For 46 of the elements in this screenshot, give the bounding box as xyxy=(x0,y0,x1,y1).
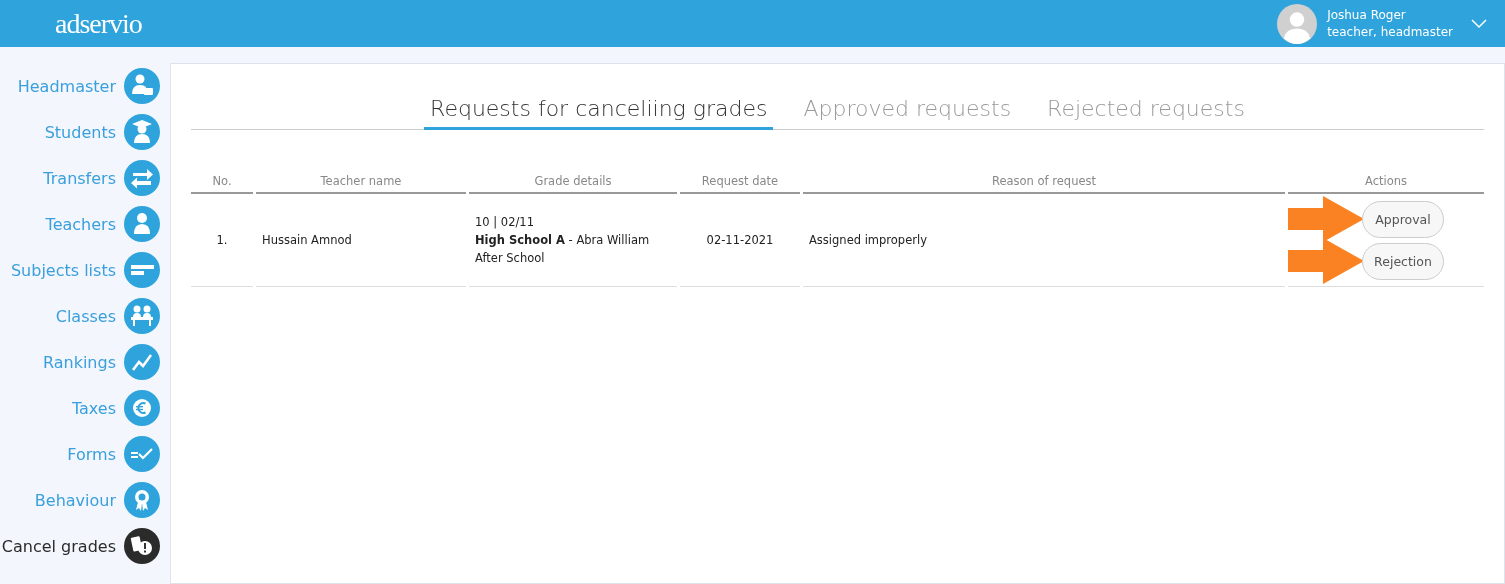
euro-coin-icon xyxy=(124,390,160,426)
graduate-icon xyxy=(124,114,160,150)
arrow-icon xyxy=(1288,196,1364,242)
person-icon xyxy=(124,206,160,242)
chevron-down-icon[interactable] xyxy=(1471,18,1487,29)
column-header: Reason of request xyxy=(992,174,1096,188)
grade-detail-line: After School xyxy=(475,250,546,267)
action-button[interactable]: Approval xyxy=(1362,200,1444,238)
people-desk-icon xyxy=(124,298,160,334)
sidebar-item[interactable]: Classes xyxy=(0,298,170,334)
check-form-icon xyxy=(124,436,160,472)
arrows-icon xyxy=(124,160,160,196)
sidebar-item[interactable]: Behaviour xyxy=(0,482,170,518)
table-cell: 02-11-2021 xyxy=(706,233,774,247)
sidebar-item[interactable]: Students xyxy=(0,114,170,150)
person-briefcase-icon xyxy=(124,68,160,104)
arrow-icon xyxy=(1288,238,1364,284)
action-button[interactable]: Rejection xyxy=(1362,242,1444,280)
sidebar-item[interactable]: Rankings xyxy=(0,344,170,380)
sidebar-item[interactable]: Teachers xyxy=(0,206,170,242)
column-header: No. xyxy=(212,174,232,188)
grade-detail-line: High School A - Abra William xyxy=(475,232,651,249)
avatar-icon[interactable] xyxy=(1277,3,1318,44)
list-bars-icon xyxy=(124,252,160,288)
tab[interactable]: Rejected requests xyxy=(1041,92,1251,130)
column-header: Request date xyxy=(701,174,779,188)
sidebar-item[interactable]: Subjects lists xyxy=(0,252,170,288)
column-header: Actions xyxy=(1365,174,1407,188)
user-role: teacher, headmaster xyxy=(1327,23,1453,41)
alert-papers-icon xyxy=(124,528,160,564)
table-cell: Hussain Amnod xyxy=(262,233,352,247)
sidebar-item[interactable]: Taxes xyxy=(0,390,170,426)
column-header: Teacher name xyxy=(320,174,402,188)
logo[interactable]: adservio xyxy=(55,7,142,40)
tab[interactable]: Approved requests xyxy=(797,92,1018,130)
sidebar-item[interactable]: Transfers xyxy=(0,160,170,196)
table-cell: 1. xyxy=(216,233,228,247)
sidebar-item[interactable]: Forms xyxy=(0,436,170,472)
column-header: Grade details xyxy=(534,174,612,188)
grade-detail-line: 10 | 02/11 xyxy=(475,214,535,231)
tab[interactable]: Requests for canceliing grades xyxy=(424,92,774,130)
sidebar-item[interactable]: Cancel grades xyxy=(0,528,170,564)
medal-icon xyxy=(124,482,160,518)
sidebar-item[interactable]: Headmaster xyxy=(0,68,170,104)
user-name: Joshua Roger xyxy=(1327,6,1407,24)
table-cell: Assigned improperly xyxy=(809,233,927,247)
